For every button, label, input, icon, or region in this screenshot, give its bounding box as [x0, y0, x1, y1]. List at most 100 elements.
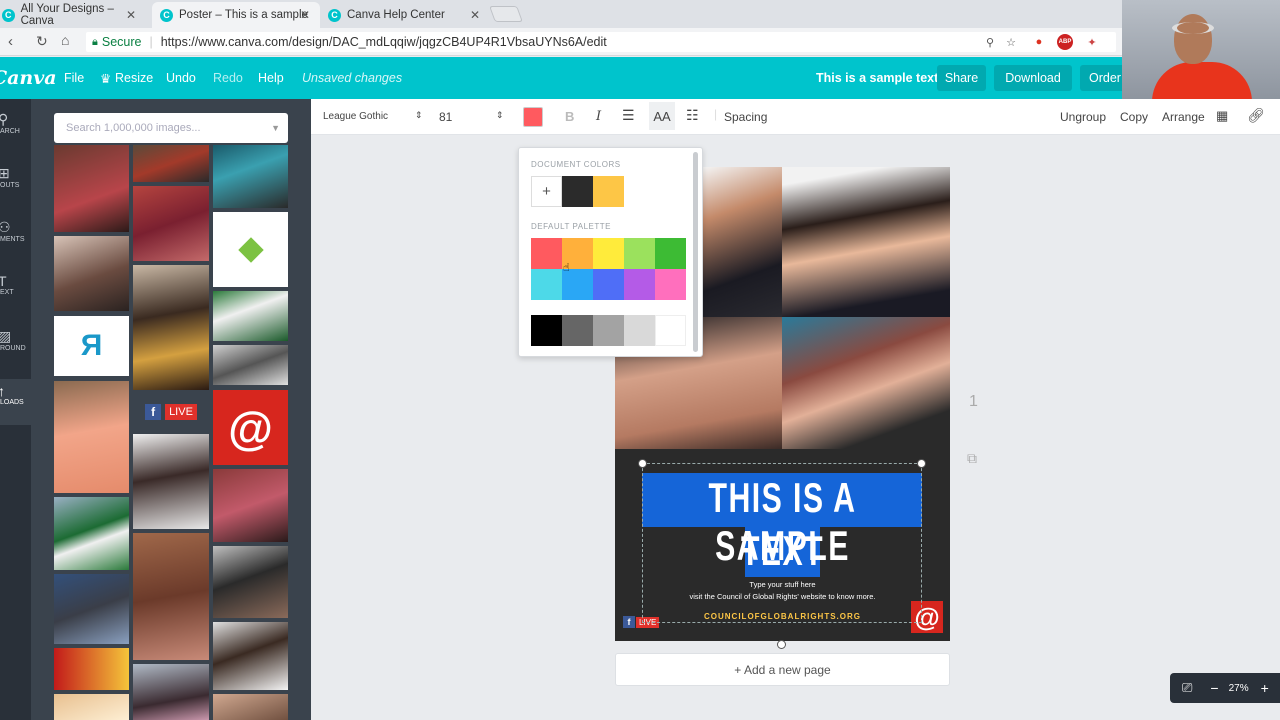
document-color-swatch[interactable]	[593, 176, 624, 207]
canva-logo[interactable]: Canva	[0, 67, 57, 89]
close-icon[interactable]: ✕	[300, 8, 310, 22]
palette-color-swatch[interactable]	[593, 269, 624, 300]
arrange-button[interactable]: Arrange	[1162, 110, 1205, 124]
upload-thumbnail[interactable]	[133, 265, 209, 390]
browser-tab-poster[interactable]: C Poster – This is a sample ✕	[152, 2, 320, 28]
upload-thumbnail[interactable]	[133, 434, 209, 529]
spacing-button[interactable]: Spacing	[724, 110, 767, 124]
upload-thumbnail[interactable]	[133, 533, 209, 660]
share-button[interactable]: Share	[937, 65, 986, 91]
add-color-button[interactable]: +	[531, 176, 562, 207]
palette-color-swatch[interactable]	[624, 238, 655, 269]
menu-file[interactable]: File	[64, 71, 84, 85]
upload-thumbnail[interactable]	[133, 186, 209, 261]
sidebar-item-layouts[interactable]: ⊞ OUTS	[0, 165, 31, 209]
chevron-updown-icon[interactable]: ⇕	[415, 110, 423, 121]
menu-help[interactable]: Help	[258, 71, 284, 85]
image-search-input[interactable]: Search 1,000,000 images... ▼	[54, 113, 288, 143]
url-field[interactable]: 🔒︎ Secure | https://www.canva.com/design…	[86, 32, 1116, 52]
palette-color-swatch[interactable]	[655, 269, 686, 300]
upload-thumbnail[interactable]	[213, 212, 288, 287]
palette-color-swatch[interactable]	[593, 238, 624, 269]
collage-photo[interactable]	[782, 317, 950, 449]
document-color-swatch[interactable]	[562, 176, 593, 207]
upload-thumbnail[interactable]	[213, 694, 288, 720]
list-icon[interactable]: ☷	[686, 107, 699, 124]
design-title[interactable]: This is a sample text	[816, 71, 938, 85]
collage-photo[interactable]	[782, 167, 950, 317]
upload-thumbnail[interactable]	[133, 664, 209, 720]
upload-thumbnail[interactable]	[54, 694, 129, 720]
upload-thumbnail[interactable]: f LIVE	[133, 394, 209, 430]
link-icon[interactable]: 🔗︎	[1247, 107, 1265, 124]
italic-button[interactable]: I	[596, 109, 601, 124]
palette-color-swatch[interactable]	[531, 315, 562, 346]
align-center-icon[interactable]: ☰	[622, 107, 635, 124]
upload-thumbnail[interactable]	[54, 497, 129, 570]
close-icon[interactable]: ✕	[470, 8, 480, 22]
add-page-button[interactable]: + Add a new page	[615, 653, 950, 686]
close-icon[interactable]: ✕	[126, 8, 136, 22]
duplicate-page-icon[interactable]: ⧉	[967, 450, 977, 467]
palette-color-swatch[interactable]	[593, 315, 624, 346]
resize-handle[interactable]	[638, 459, 647, 468]
upload-thumbnail[interactable]: Я	[54, 316, 129, 376]
zoom-icon[interactable]: ⚲	[982, 34, 998, 50]
palette-color-swatch[interactable]	[655, 238, 686, 269]
scrollbar[interactable]	[693, 152, 698, 352]
bookmark-star-icon[interactable]: ☆	[1003, 34, 1019, 50]
palette-color-swatch[interactable]	[562, 315, 593, 346]
upload-thumbnail[interactable]	[213, 469, 288, 542]
extension-icon[interactable]: ●	[1031, 34, 1047, 50]
sidebar-item-uploads[interactable]: ↑ LOADS	[0, 379, 31, 425]
uppercase-button[interactable]: AA	[649, 102, 675, 130]
adblock-icon[interactable]: ABP	[1057, 34, 1073, 50]
download-button[interactable]: Download	[994, 65, 1072, 91]
new-tab-button[interactable]	[489, 6, 523, 22]
back-icon[interactable]: ‹	[8, 33, 13, 50]
palette-color-swatch[interactable]	[531, 238, 562, 269]
copy-button[interactable]: Copy	[1120, 110, 1148, 124]
zoom-in-button[interactable]: +	[1261, 680, 1269, 696]
sidebar-item-text[interactable]: T EXT	[0, 273, 31, 317]
menu-undo[interactable]: Undo	[166, 71, 196, 85]
sidebar-item-search[interactable]: ⚲ ARCH	[0, 111, 31, 155]
palette-color-swatch[interactable]	[531, 269, 562, 300]
upload-thumbnail[interactable]: @	[213, 390, 288, 465]
menu-redo[interactable]: Redo	[213, 71, 243, 85]
zoom-level[interactable]: 27%	[1229, 683, 1249, 694]
palette-color-swatch[interactable]	[655, 315, 686, 346]
transparency-icon[interactable]: ▦	[1216, 108, 1228, 124]
extension-icon[interactable]: ✦	[1084, 34, 1100, 50]
reload-icon[interactable]: ↻	[36, 33, 48, 50]
collage-photo[interactable]	[703, 167, 782, 317]
upload-thumbnail[interactable]	[54, 574, 129, 644]
menu-resize[interactable]: Resize	[115, 71, 153, 85]
upload-thumbnail[interactable]	[133, 145, 209, 182]
chevron-down-icon[interactable]: ▼	[271, 123, 280, 133]
upload-thumbnail[interactable]	[54, 381, 129, 493]
resize-handle[interactable]	[917, 459, 926, 468]
browser-tab-help[interactable]: C Canva Help Center ✕	[320, 2, 490, 28]
ungroup-button[interactable]: Ungroup	[1060, 110, 1106, 124]
zoom-out-button[interactable]: −	[1210, 680, 1218, 696]
font-size-select[interactable]: 81	[439, 110, 452, 124]
upload-thumbnail[interactable]	[213, 291, 288, 341]
rotate-icon[interactable]	[777, 640, 786, 649]
upload-thumbnail[interactable]	[213, 345, 288, 385]
palette-color-swatch[interactable]	[624, 269, 655, 300]
browser-tab-designs[interactable]: C All Your Designs – Canva ✕	[0, 2, 146, 28]
palette-color-swatch[interactable]	[624, 315, 655, 346]
upload-thumbnail[interactable]	[54, 145, 129, 232]
sidebar-item-background[interactable]: ▨ ROUND	[0, 328, 31, 372]
chevron-updown-icon[interactable]: ⇕	[496, 110, 504, 121]
present-icon[interactable]: ⎚	[1182, 680, 1192, 696]
home-icon[interactable]: ⌂	[61, 32, 69, 48]
font-family-select[interactable]: League Gothic	[323, 111, 388, 122]
upload-thumbnail[interactable]	[213, 145, 288, 208]
bold-button[interactable]: B	[565, 109, 574, 124]
upload-thumbnail[interactable]	[213, 546, 288, 618]
sidebar-item-elements[interactable]: ⚇ MENTS	[0, 219, 31, 263]
upload-thumbnail[interactable]	[54, 648, 129, 690]
upload-thumbnail[interactable]	[54, 236, 129, 311]
